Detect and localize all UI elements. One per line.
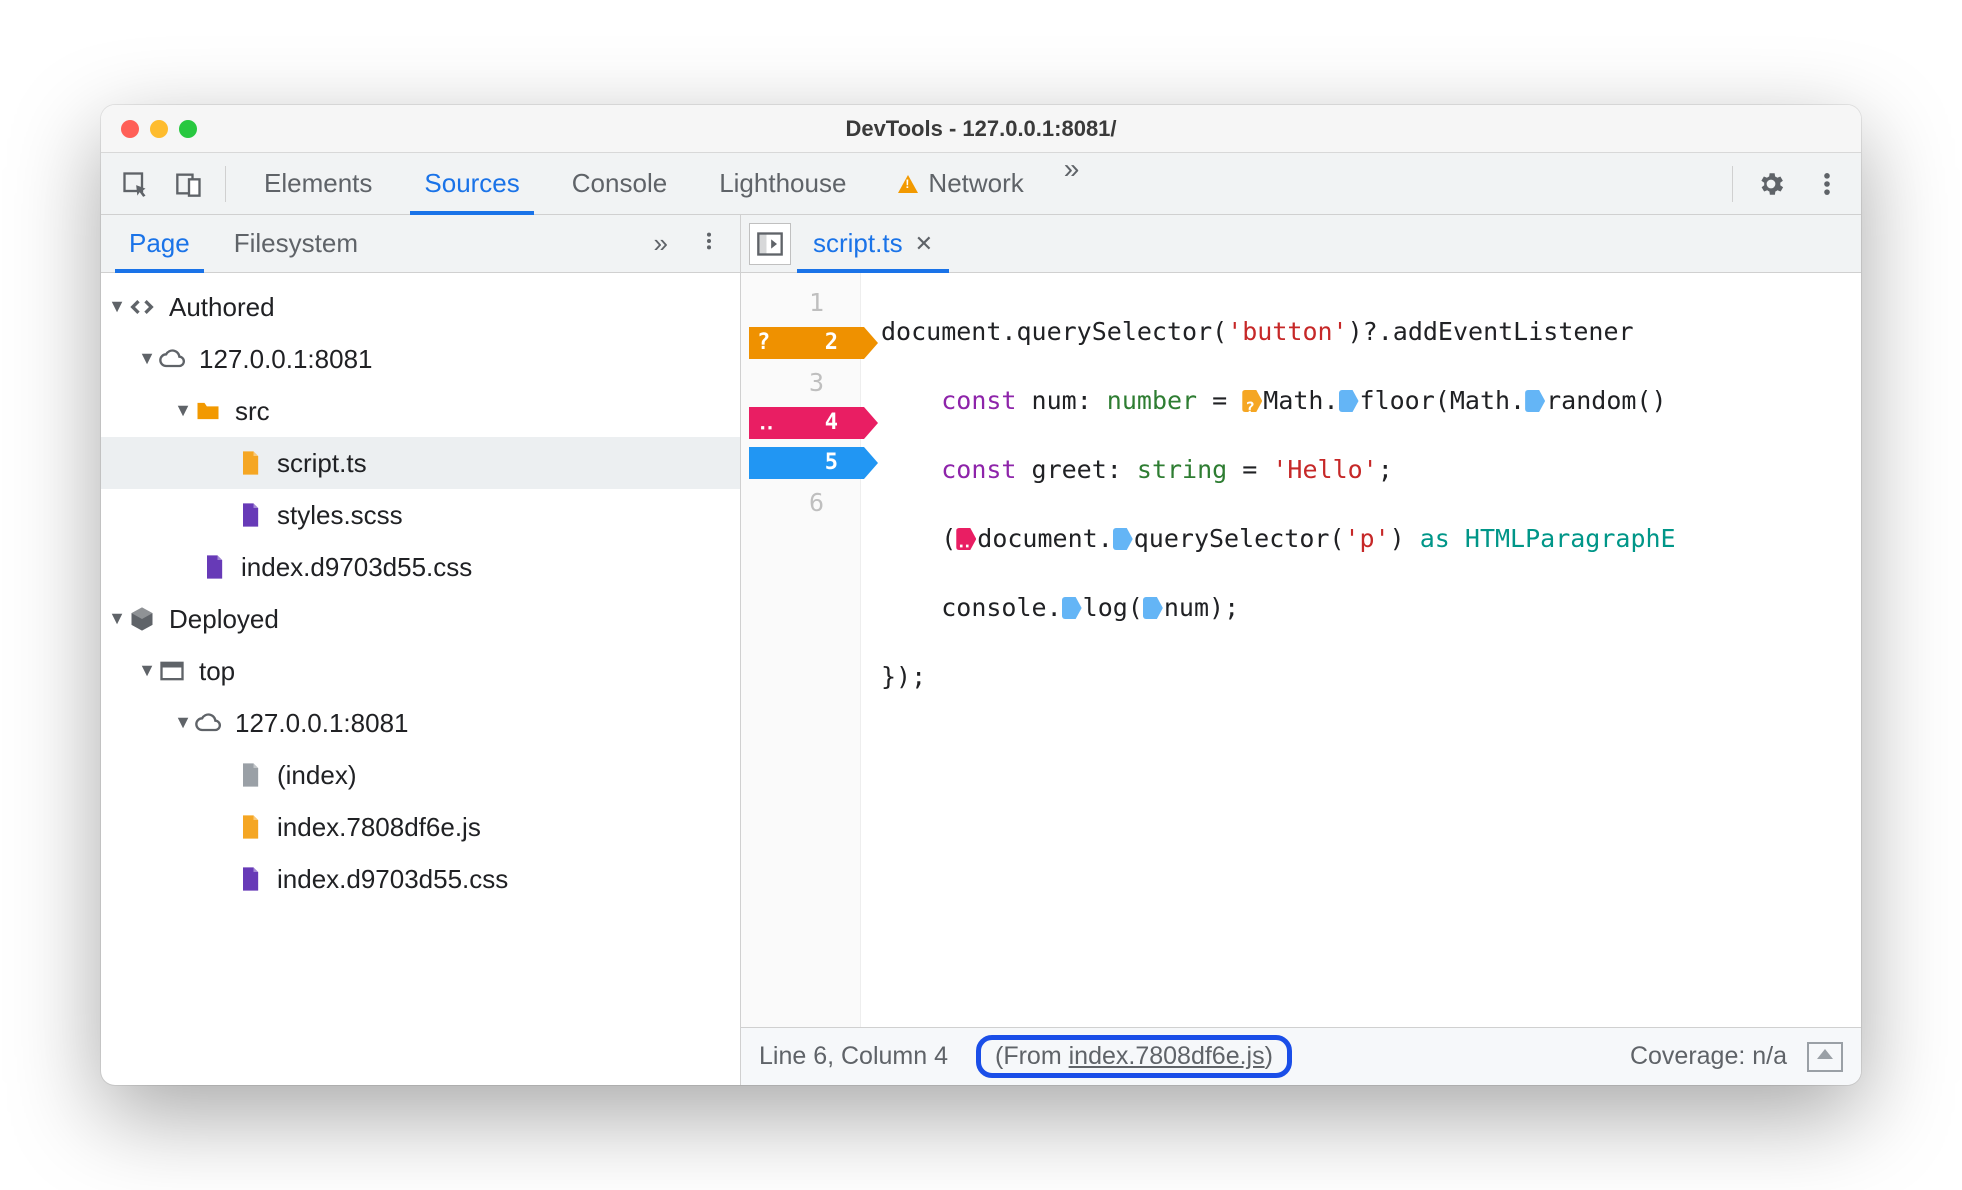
tabs-overflow-button[interactable]: »	[1050, 153, 1094, 214]
main-tabstrip: Elements Sources Console Lighthouse Netw…	[238, 153, 1093, 214]
tree-label: index.7808df6e.js	[277, 812, 481, 843]
separator	[225, 166, 226, 202]
step-marker-icon	[1113, 528, 1133, 550]
breakpoint-icon[interactable]: 5	[749, 447, 864, 479]
editor-tab-script[interactable]: script.ts ✕	[797, 215, 949, 272]
inspect-element-icon[interactable]	[111, 160, 159, 208]
line-number[interactable]: 6	[741, 483, 852, 523]
editor-tab-label: script.ts	[813, 228, 903, 259]
tab-lighthouse[interactable]: Lighthouse	[693, 153, 872, 214]
tree-frame-top[interactable]: ▼ top	[101, 645, 740, 697]
tree-label: top	[199, 656, 235, 687]
step-marker-icon	[956, 528, 976, 550]
main-toolbar: Elements Sources Console Lighthouse Netw…	[101, 153, 1861, 215]
toggle-navigator-button[interactable]	[749, 223, 791, 265]
tab-filesystem[interactable]: Filesystem	[212, 215, 380, 272]
cursor-position: Line 6, Column 4	[759, 1042, 948, 1071]
toolbar-right	[1726, 160, 1851, 208]
tree-label: 127.0.0.1:8081	[199, 344, 373, 375]
tree-label: styles.scss	[277, 500, 403, 531]
editor-tabstrip: script.ts ✕	[741, 215, 1861, 273]
tree-label: Authored	[169, 292, 275, 323]
tree-host[interactable]: ▼ 127.0.0.1:8081	[101, 333, 740, 385]
cube-icon	[127, 604, 157, 634]
frame-icon	[157, 656, 187, 686]
tree-label: src	[235, 396, 270, 427]
editor-panel: script.ts ✕ 1 ?2 3 ‥4 5 6 document.query…	[741, 215, 1861, 1085]
body-area: Page Filesystem » ▼ Authored ▼ 127.0.0.1…	[101, 215, 1861, 1085]
tree-file-indexjs[interactable]: index.7808df6e.js	[101, 801, 740, 853]
device-toolbar-icon[interactable]	[165, 160, 213, 208]
file-icon	[235, 500, 265, 530]
tree-file-styles[interactable]: styles.scss	[101, 489, 740, 541]
source-map-origin: (From index.7808df6e.js)	[976, 1035, 1292, 1078]
file-icon	[235, 812, 265, 842]
gear-icon[interactable]	[1747, 160, 1795, 208]
code-editor[interactable]: 1 ?2 3 ‥4 5 6 document.querySelector('bu…	[741, 273, 1861, 1027]
source-map-link[interactable]: index.7808df6e.js	[1069, 1042, 1265, 1070]
tab-network-label: Network	[928, 168, 1023, 199]
navigator-overflow-button[interactable]: »	[638, 228, 684, 259]
code-icon	[127, 292, 157, 322]
tree-label: index.d9703d55.css	[277, 864, 508, 895]
devtools-window: DevTools - 127.0.0.1:8081/ Elements Sour…	[101, 105, 1861, 1085]
tree-folder-src[interactable]: ▼ src	[101, 385, 740, 437]
tab-sources[interactable]: Sources	[398, 153, 545, 214]
gutter[interactable]: 1 ?2 3 ‥4 5 6	[741, 273, 861, 1027]
tree-label: 127.0.0.1:8081	[235, 708, 409, 739]
step-marker-icon	[1525, 390, 1545, 412]
cloud-icon	[193, 708, 223, 738]
show-drawer-button[interactable]	[1807, 1042, 1843, 1072]
kebab-menu-icon[interactable]	[1803, 160, 1851, 208]
step-marker-icon	[1062, 597, 1082, 619]
tab-console[interactable]: Console	[546, 153, 693, 214]
step-marker-icon	[1339, 390, 1359, 412]
tree-file-indexcss[interactable]: index.d9703d55.css	[101, 541, 740, 593]
tree-file-script[interactable]: script.ts	[101, 437, 740, 489]
step-marker-icon	[1242, 390, 1262, 412]
breakpoint-logpoint-icon[interactable]: ‥4	[749, 407, 864, 439]
tree-label: Deployed	[169, 604, 279, 635]
tree-host-deployed[interactable]: ▼ 127.0.0.1:8081	[101, 697, 740, 749]
step-marker-icon	[1143, 597, 1163, 619]
tree-group-authored[interactable]: ▼ Authored	[101, 281, 740, 333]
zoom-window-button[interactable]	[179, 120, 197, 138]
breakpoint-conditional-icon[interactable]: ?2	[749, 327, 864, 359]
file-tree: ▼ Authored ▼ 127.0.0.1:8081 ▼ src	[101, 273, 740, 1085]
tab-page[interactable]: Page	[107, 215, 212, 272]
navigator-tabs: Page Filesystem »	[101, 215, 740, 273]
tree-label: (index)	[277, 760, 356, 791]
warning-icon	[898, 175, 918, 193]
tree-label: index.d9703d55.css	[241, 552, 472, 583]
window-controls	[101, 120, 197, 138]
tree-group-deployed[interactable]: ▼ Deployed	[101, 593, 740, 645]
file-icon	[235, 448, 265, 478]
minimize-window-button[interactable]	[150, 120, 168, 138]
file-icon	[235, 760, 265, 790]
file-icon	[199, 552, 229, 582]
window-title: DevTools - 127.0.0.1:8081/	[101, 116, 1861, 142]
navigator-menu-icon[interactable]	[684, 228, 734, 259]
titlebar: DevTools - 127.0.0.1:8081/	[101, 105, 1861, 153]
editor-statusbar: Line 6, Column 4 (From index.7808df6e.js…	[741, 1027, 1861, 1085]
coverage-label: Coverage: n/a	[1630, 1042, 1787, 1071]
folder-icon	[193, 396, 223, 426]
navigator-sidebar: Page Filesystem » ▼ Authored ▼ 127.0.0.1…	[101, 215, 741, 1085]
tree-file-index[interactable]: (index)	[101, 749, 740, 801]
tree-file-indexcss2[interactable]: index.d9703d55.css	[101, 853, 740, 905]
tab-network[interactable]: Network	[872, 153, 1049, 214]
line-number[interactable]: 3	[741, 363, 852, 403]
close-icon[interactable]: ✕	[915, 231, 933, 257]
separator	[1732, 166, 1733, 202]
cloud-icon	[157, 344, 187, 374]
close-window-button[interactable]	[121, 120, 139, 138]
line-number[interactable]: 1	[741, 283, 852, 323]
code-content[interactable]: document.querySelector('button')?.addEve…	[861, 273, 1861, 1027]
tab-elements[interactable]: Elements	[238, 153, 398, 214]
tree-label: script.ts	[277, 448, 367, 479]
file-icon	[235, 864, 265, 894]
